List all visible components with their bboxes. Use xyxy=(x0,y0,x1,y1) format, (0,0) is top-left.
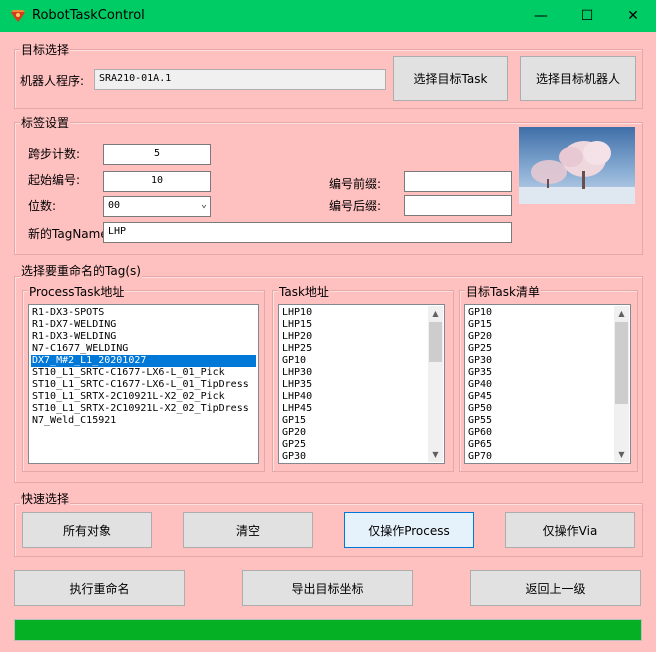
tree-thumbnail-image xyxy=(519,127,635,204)
scroll-thumb[interactable] xyxy=(615,322,628,404)
suffix-label: 编号后缀: xyxy=(329,199,382,213)
minimize-icon: — xyxy=(534,8,548,24)
list-item[interactable]: LHP35 xyxy=(281,379,442,391)
process-task-label: ProcessTask地址 xyxy=(28,283,126,300)
title-bar: RobotTaskControl — ☐ ✕ xyxy=(0,0,656,32)
app-icon xyxy=(11,10,25,22)
list-item[interactable]: ST10_L1_SRTX-2C10921L-X2_02_Pick xyxy=(31,391,256,403)
list-item[interactable]: DX7_M#2_L1_20201027 xyxy=(31,355,256,367)
list-item[interactable]: N7-C1677_WELDING xyxy=(31,343,256,355)
list-item[interactable]: GP40 xyxy=(467,379,628,391)
list-item[interactable]: LHP15 xyxy=(281,319,442,331)
target-task-items: GP10 GP15 GP20 GP25 GP30 GP35 GP40 GP45 GP50 GP55… xyxy=(467,307,628,463)
list-item[interactable]: GP10 xyxy=(281,355,442,367)
list-item[interactable]: LHP40 xyxy=(281,391,442,403)
task-address-list[interactable]: LHP10 LHP15 LHP20 LHP25 GP10 LHP30 LHP35 LHP40 L… xyxy=(278,304,445,464)
list-item[interactable]: LHP10 xyxy=(281,307,442,319)
new-tagname-label: 新的TagName: xyxy=(28,227,112,241)
step-count-field[interactable]: 5 xyxy=(103,144,211,165)
task-address-label: Task地址 xyxy=(278,283,330,300)
process-task-list[interactable]: R1-DX3-SPOTS R1-DX7-WELDING R1-DX3-WELDING… xyxy=(28,304,259,464)
digits-label: 位数: xyxy=(28,199,57,213)
list-item[interactable]: GP30 xyxy=(467,355,628,367)
window-title: RobotTaskControl xyxy=(32,8,145,23)
list-item[interactable]: GP70 xyxy=(467,451,628,463)
scroll-thumb[interactable] xyxy=(429,322,442,362)
progress-bar xyxy=(14,619,642,641)
list-item[interactable]: R1-DX7-WELDING xyxy=(31,319,256,331)
digits-value: 00 xyxy=(108,200,121,211)
prefix-field[interactable] xyxy=(404,171,512,192)
list-item[interactable]: R1-DX3-WELDING xyxy=(31,331,256,343)
list-item[interactable]: GP30 xyxy=(281,451,442,463)
list-item[interactable]: LHP25 xyxy=(281,343,442,355)
suffix-field[interactable] xyxy=(404,195,512,216)
execute-rename-button[interactable]: 执行重命名 xyxy=(14,570,185,606)
robot-program-label: 机器人程序: xyxy=(20,74,85,88)
list-item[interactable]: GP20 xyxy=(467,331,628,343)
new-tagname-field[interactable]: LHP xyxy=(103,222,512,243)
minimize-button[interactable]: — xyxy=(518,0,564,32)
scroll-down-icon[interactable]: ▼ xyxy=(428,447,443,462)
progress-fill xyxy=(15,620,641,640)
list-item[interactable]: GP60 xyxy=(467,427,628,439)
list-item[interactable]: N7_Weld_C15921 xyxy=(31,415,256,427)
scroll-up-icon[interactable]: ▲ xyxy=(428,306,443,321)
maximize-icon: ☐ xyxy=(580,8,594,24)
list-item[interactable]: GP65 xyxy=(467,439,628,451)
step-count-label: 跨步计数: xyxy=(28,147,81,161)
list-item[interactable]: GP15 xyxy=(467,319,628,331)
close-button[interactable]: ✕ xyxy=(610,0,656,32)
maximize-button[interactable]: ☐ xyxy=(564,0,610,32)
prefix-label: 编号前缀: xyxy=(329,177,382,191)
list-item[interactable]: GP15 xyxy=(281,415,442,427)
digits-select[interactable]: 00 ⌄ xyxy=(103,196,211,217)
list-item[interactable]: GP20 xyxy=(281,427,442,439)
list-item[interactable]: GP45 xyxy=(467,391,628,403)
select-target-robot-button[interactable]: 选择目标机器人 xyxy=(520,56,636,101)
select-all-button[interactable]: 所有对象 xyxy=(22,512,152,548)
export-coordinates-button[interactable]: 导出目标坐标 xyxy=(242,570,413,606)
task-address-scrollbar[interactable]: ▲ ▼ xyxy=(428,306,443,462)
list-item[interactable]: ST10_L1_SRTX-2C10921L-X2_02_TipDress xyxy=(31,403,256,415)
scroll-down-icon[interactable]: ▼ xyxy=(614,447,629,462)
via-only-button[interactable]: 仅操作Via xyxy=(505,512,635,548)
target-task-label: 目标Task清单 xyxy=(465,283,541,300)
target-task-list[interactable]: GP10 GP15 GP20 GP25 GP30 GP35 GP40 GP45 GP50 GP55… xyxy=(464,304,631,464)
chevron-down-icon: ⌄ xyxy=(200,199,207,210)
list-item[interactable]: GP35 xyxy=(467,367,628,379)
list-item[interactable]: GP50 xyxy=(467,403,628,415)
start-number-label: 起始编号: xyxy=(28,173,81,187)
clear-button[interactable]: 清空 xyxy=(183,512,313,548)
select-target-task-button[interactable]: 选择目标Task xyxy=(393,56,508,101)
rename-tags-label: 选择要重命名的Tag(s) xyxy=(20,262,142,279)
start-number-field[interactable]: 10 xyxy=(103,171,211,192)
list-item[interactable]: LHP20 xyxy=(281,331,442,343)
list-item[interactable]: LHP45 xyxy=(281,403,442,415)
process-task-items: R1-DX3-SPOTS R1-DX7-WELDING R1-DX3-WELDING… xyxy=(31,307,256,427)
robot-program-field[interactable]: SRA210-01A.1 xyxy=(94,69,386,90)
close-icon: ✕ xyxy=(627,8,639,24)
list-item[interactable]: GP10 xyxy=(467,307,628,319)
quick-select-label: 快速选择 xyxy=(20,490,71,507)
list-item[interactable]: R1-DX3-SPOTS xyxy=(31,307,256,319)
task-address-items: LHP10 LHP15 LHP20 LHP25 GP10 LHP30 LHP35 LHP40 L… xyxy=(281,307,442,463)
tag-settings-label: 标签设置 xyxy=(20,114,71,131)
target-task-scrollbar[interactable]: ▲ ▼ xyxy=(614,306,629,462)
target-selection-label: 目标选择 xyxy=(20,41,71,58)
list-item[interactable]: ST10_L1_SRTC-C1677-LX6-L_01_TipDress xyxy=(31,379,256,391)
scroll-up-icon[interactable]: ▲ xyxy=(614,306,629,321)
process-only-button[interactable]: 仅操作Process xyxy=(344,512,474,548)
list-item[interactable]: ST10_L1_SRTC-C1677-LX6-L_01_Pick xyxy=(31,367,256,379)
list-item[interactable]: LHP30 xyxy=(281,367,442,379)
list-item[interactable]: GP55 xyxy=(467,415,628,427)
list-item[interactable]: GP25 xyxy=(281,439,442,451)
back-button[interactable]: 返回上一级 xyxy=(470,570,641,606)
list-item[interactable]: GP25 xyxy=(467,343,628,355)
